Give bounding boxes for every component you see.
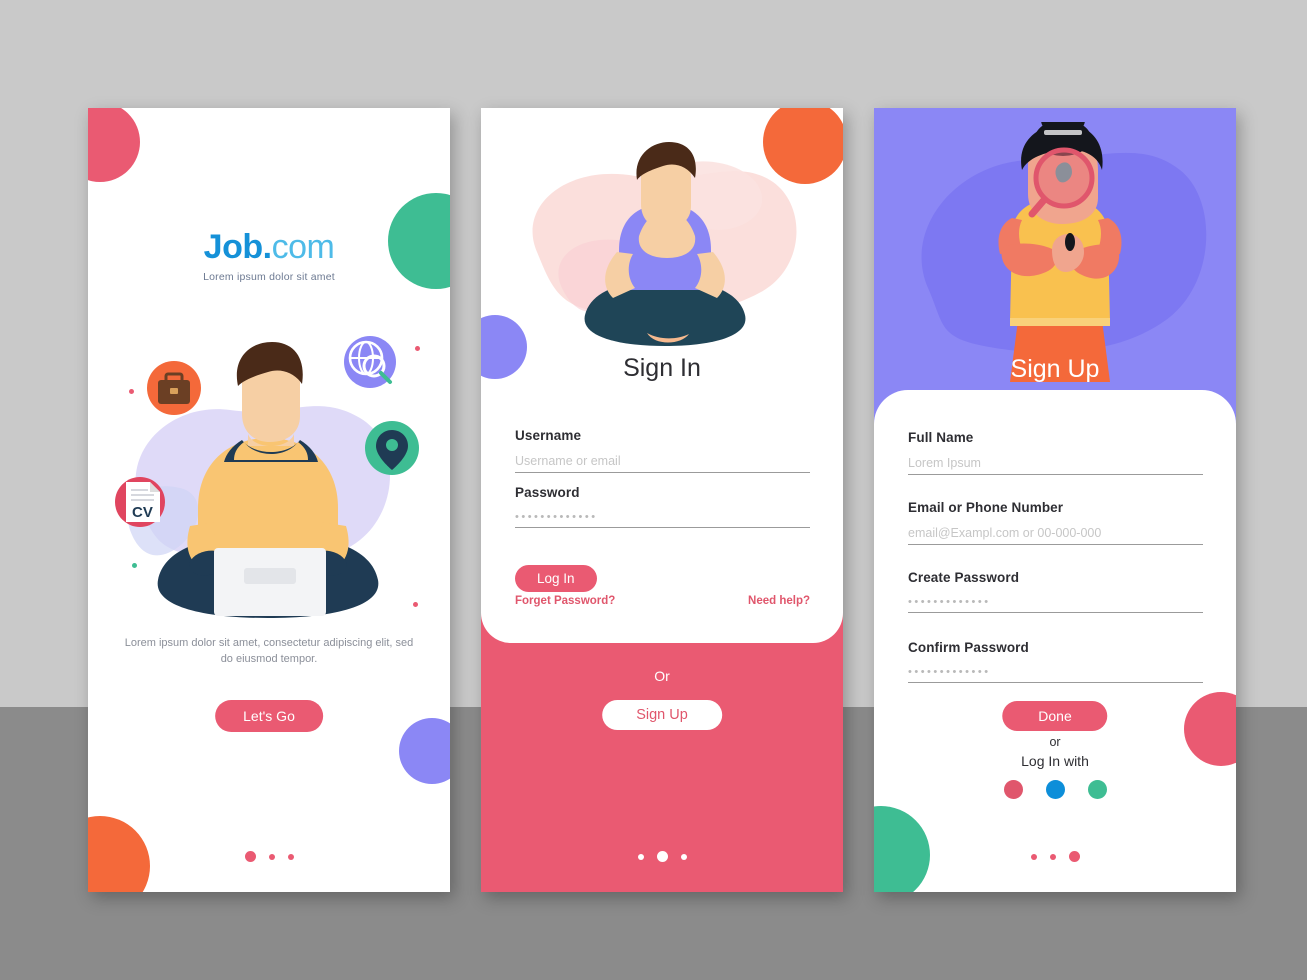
page-title: Sign In bbox=[623, 354, 701, 382]
email-phone-input[interactable] bbox=[908, 526, 1203, 545]
pagination-dot-2[interactable] bbox=[1049, 853, 1056, 860]
pagination-dots[interactable] bbox=[874, 851, 1236, 862]
mockup-canvas: Job.com Lorem ipsum dolor sit amet CV Lo… bbox=[0, 0, 1307, 980]
full-name-label: Full Name bbox=[908, 430, 974, 445]
or-divider-label: or bbox=[1049, 735, 1061, 749]
confirm-password-field-group: Confirm Password bbox=[908, 640, 1203, 683]
create-password-field-group: Create Password bbox=[908, 570, 1203, 613]
or-divider-label: Or bbox=[654, 668, 670, 684]
page-title: Sign Up bbox=[1010, 355, 1100, 383]
forget-password-link[interactable]: Forget Password? bbox=[515, 595, 615, 607]
pagination-dots[interactable] bbox=[481, 851, 843, 862]
logo-tagline: Lorem ipsum dolor sit amet bbox=[203, 271, 335, 283]
need-help-link[interactable]: Need help? bbox=[748, 595, 810, 607]
password-label: Password bbox=[515, 485, 580, 500]
email-phone-label: Email or Phone Number bbox=[908, 500, 1064, 515]
decor-circle-pink-tl bbox=[88, 108, 140, 182]
screen-sign-in: Sign In Username Password Log In Forget … bbox=[481, 108, 843, 892]
done-button[interactable]: Done bbox=[1002, 701, 1108, 731]
lets-go-button[interactable]: Let's Go bbox=[215, 700, 323, 732]
cv-document-icon: CV bbox=[115, 477, 165, 527]
cv-label: CV bbox=[132, 504, 153, 521]
pagination-dots[interactable] bbox=[88, 851, 450, 862]
brand-logo: Job.com Lorem ipsum dolor sit amet bbox=[88, 228, 450, 283]
signup-form-card: Full Name Email or Phone Number Create P… bbox=[874, 390, 1236, 892]
briefcase-icon bbox=[147, 361, 201, 415]
social-whatsapp-icon[interactable] bbox=[1087, 780, 1107, 799]
pagination-dot-1[interactable] bbox=[244, 851, 256, 862]
sign-up-button[interactable]: Sign Up bbox=[602, 700, 722, 730]
email-phone-field-group: Email or Phone Number bbox=[908, 500, 1203, 545]
create-password-label: Create Password bbox=[908, 570, 1020, 585]
decor-circle-purple-br bbox=[399, 718, 450, 784]
full-name-input[interactable] bbox=[908, 456, 1203, 475]
password-input[interactable] bbox=[515, 511, 810, 528]
username-label: Username bbox=[515, 428, 582, 443]
password-field-group: Password bbox=[515, 485, 810, 528]
screen-sign-up: Sign Up Full Name Email or Phone Number … bbox=[874, 108, 1236, 892]
onboarding-description: Lorem ipsum dolor sit amet, consectetur … bbox=[124, 637, 414, 665]
signin-white-card: Sign In Username Password Log In Forget … bbox=[481, 108, 843, 643]
login-with-label: Log In with bbox=[1021, 753, 1089, 769]
pagination-dot-1[interactable] bbox=[637, 853, 644, 860]
confirm-password-input[interactable] bbox=[908, 666, 1203, 683]
pagination-dot-2[interactable] bbox=[268, 853, 275, 860]
confirm-password-label: Confirm Password bbox=[908, 640, 1029, 655]
man-with-laptop-illustration: CV bbox=[102, 330, 436, 620]
man-sitting-thinking-illustration bbox=[507, 140, 817, 355]
social-login-row bbox=[874, 780, 1236, 799]
logo-primary: Job. bbox=[203, 228, 272, 266]
globe-search-icon bbox=[344, 336, 396, 388]
logo-secondary: com bbox=[271, 228, 335, 266]
username-input[interactable] bbox=[515, 454, 810, 473]
create-password-input[interactable] bbox=[908, 596, 1203, 613]
pagination-dot-3[interactable] bbox=[1068, 851, 1080, 862]
pagination-dot-2[interactable] bbox=[656, 851, 668, 862]
pagination-dot-1[interactable] bbox=[1030, 853, 1037, 860]
username-field-group: Username bbox=[515, 428, 810, 473]
social-twitter-icon[interactable] bbox=[1045, 780, 1065, 799]
helper-links: Forget Password? Need help? bbox=[515, 595, 810, 607]
social-dribbble-icon[interactable] bbox=[1003, 780, 1023, 799]
screen-onboarding: Job.com Lorem ipsum dolor sit amet CV Lo… bbox=[88, 108, 450, 892]
log-in-button[interactable]: Log In bbox=[515, 565, 597, 592]
full-name-field-group: Full Name bbox=[908, 430, 1203, 475]
pagination-dot-3[interactable] bbox=[680, 853, 687, 860]
pagination-dot-3[interactable] bbox=[287, 853, 294, 860]
woman-with-magnifying-glass-illustration bbox=[960, 122, 1160, 382]
location-pin-icon bbox=[365, 421, 419, 475]
